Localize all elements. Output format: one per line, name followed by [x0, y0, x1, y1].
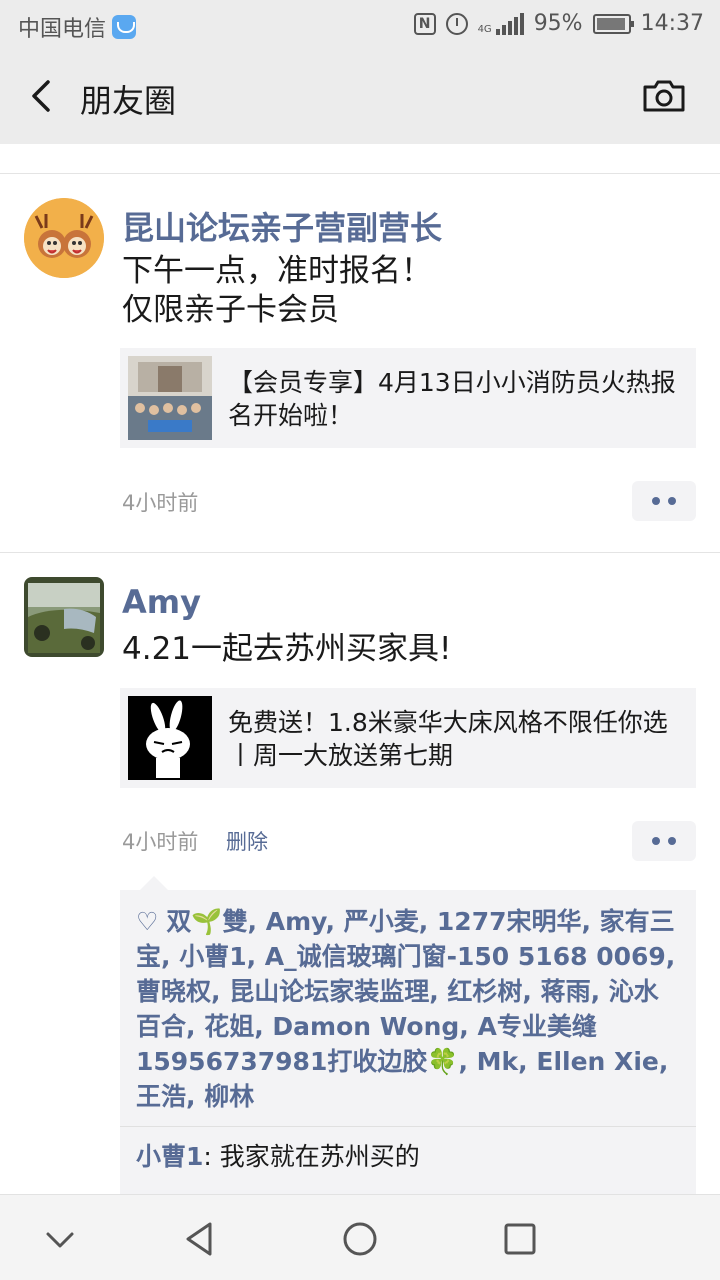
post-text-line1: 下午一点，准时报名！ — [122, 253, 432, 289]
likes-comments-panel: ♡ 双🌱雙, Amy, 严小麦, 1277宋明华, 家有三宝, 小曹1, A_诚信… — [120, 890, 696, 1216]
post-author[interactable]: 昆山论坛亲子营副营长 — [122, 203, 442, 249]
back-triangle-icon[interactable] — [180, 1219, 220, 1259]
likes-names[interactable]: 双🌱雙, Amy, 严小麦, 1277宋明华, 家有三宝, 小曹1, A_诚信玻… — [136, 907, 675, 1111]
dot-icon — [668, 837, 676, 845]
avatar[interactable] — [24, 198, 104, 278]
comment-author[interactable]: 小曹1 — [136, 1142, 203, 1171]
clock: 14:37 — [640, 11, 704, 36]
group-photo-thumbnail — [128, 356, 212, 440]
status-icons: N 4G 95% 14:37 — [413, 11, 704, 36]
chevron-down-icon[interactable] — [40, 1219, 80, 1259]
system-nav-bar — [0, 1194, 720, 1280]
post-text-line1: 4.21一起去苏州买家具! — [122, 631, 452, 667]
alarm-icon — [445, 12, 468, 35]
recents-square-icon[interactable] — [500, 1219, 540, 1259]
battery-percent: 95% — [533, 11, 583, 36]
link-title: 免费送！1.8米豪华大床风格不限任你选丨周一大放送第七期 — [228, 708, 668, 770]
rabbit-cartoon-thumbnail — [128, 696, 212, 780]
dot-icon — [652, 837, 660, 845]
delete-link[interactable]: 删除 — [226, 826, 268, 856]
status-bar: 中国电信 N 4G 95% 14:37 — [0, 0, 720, 50]
more-actions-button[interactable] — [632, 821, 696, 861]
post-time: 4小时前 — [122, 830, 199, 854]
nfc-icon: N — [413, 12, 436, 35]
dot-icon — [668, 497, 676, 505]
carrier-area: 中国电信 — [18, 11, 137, 43]
camera-icon[interactable] — [642, 78, 686, 114]
home-circle-icon[interactable] — [340, 1219, 380, 1259]
post-divider — [0, 552, 720, 553]
chevron-left-icon[interactable] — [26, 78, 62, 114]
deer-mascot-icon — [24, 198, 104, 278]
network-type: 4G — [477, 23, 492, 35]
link-title: 【会员专享】4月13日小小消防员火热报名开始啦！ — [228, 368, 676, 430]
comment-text: : 我家就在苏州买的 — [203, 1142, 420, 1171]
post-time: 4小时前 — [122, 491, 199, 515]
likes-pointer — [140, 876, 168, 890]
shared-link-card[interactable]: 免费送！1.8米豪华大床风格不限任你选丨周一大放送第七期 — [120, 688, 696, 788]
carrier-name: 中国电信 — [18, 17, 107, 42]
battery-icon — [592, 13, 634, 34]
avatar[interactable] — [24, 577, 104, 657]
post-author[interactable]: Amy — [122, 583, 201, 621]
link-thumbnail — [128, 696, 212, 780]
dot-icon — [652, 497, 660, 505]
more-actions-button[interactable] — [632, 481, 696, 521]
landscape-photo-avatar — [24, 577, 104, 657]
likes-list: ♡ 双🌱雙, Amy, 严小麦, 1277宋明华, 家有三宝, 小曹1, A_诚信… — [120, 890, 696, 1126]
shared-link-card[interactable]: 【会员专享】4月13日小小消防员火热报名开始啦！ — [120, 348, 696, 448]
nav-bar: 朋友圈 — [0, 50, 720, 144]
heart-icon: ♡ — [136, 907, 159, 936]
carrier-app-icon — [112, 15, 137, 39]
signal-icon: 4G — [477, 12, 524, 35]
post-text-line2: 仅限亲子卡会员 — [122, 292, 339, 328]
feed-top-spacer — [0, 144, 720, 174]
link-thumbnail — [128, 356, 212, 440]
page-title: 朋友圈 — [80, 82, 177, 120]
